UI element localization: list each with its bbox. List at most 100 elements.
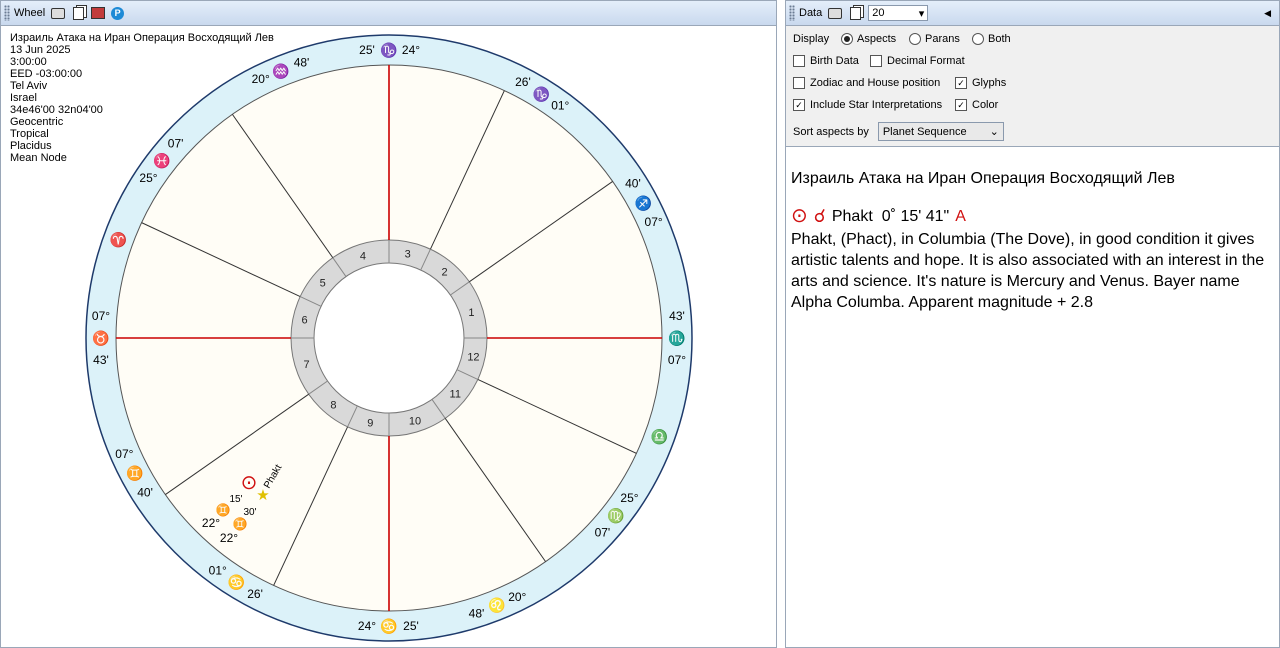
checkbox-box[interactable]: ✓ <box>793 99 805 111</box>
checkbox-label: Zodiac and House position <box>810 77 941 89</box>
cusp-sign-icon: ♌ <box>488 597 505 614</box>
save-image-icon[interactable] <box>91 7 106 20</box>
color-checkbox[interactable]: ✓ Color <box>955 99 998 111</box>
cusp-degree: 24° <box>402 43 420 57</box>
cusp-degree: 07° <box>668 353 686 367</box>
report-title: Израиль Атака на Иран Операция Восходящи… <box>791 170 1175 187</box>
cusp-degree: 07° <box>115 447 133 461</box>
sun-degree: 22° <box>202 516 220 530</box>
intercepted-sign-icon: ♎ <box>651 429 668 446</box>
cusp-degree: 48' <box>469 606 485 620</box>
radio-both[interactable]: Both <box>972 33 1011 45</box>
count-select[interactable]: 20 ▾ <box>868 5 929 21</box>
house-number: 4 <box>360 251 366 263</box>
house-number: 6 <box>301 314 307 326</box>
intercepted-sign-icon: ♈ <box>110 231 127 248</box>
star-interp-checkbox[interactable]: ✓ Include Star Interpretations <box>793 99 942 111</box>
checkbox-label: Decimal Format <box>887 55 965 67</box>
cusp-minutes: 43' <box>93 353 109 367</box>
cusp-degree: 48' <box>294 56 310 70</box>
checkbox-box[interactable]: ✓ <box>955 99 967 111</box>
cusp-minutes: 26' <box>515 75 531 89</box>
copy-icon[interactable] <box>71 6 85 20</box>
checkbox-box[interactable] <box>793 55 805 67</box>
cusp-minutes: 40' <box>625 176 641 190</box>
checkbox-box[interactable] <box>793 77 805 89</box>
radio-parans-button[interactable] <box>909 33 921 45</box>
house-number: 7 <box>303 359 309 371</box>
cusp-minutes: 43' <box>669 309 685 323</box>
collapse-left-icon[interactable]: ◀ <box>1264 8 1271 19</box>
checkbox-label: Birth Data <box>810 55 859 67</box>
radio-parans[interactable]: Parans <box>909 33 960 45</box>
grip-handle[interactable] <box>4 5 10 21</box>
house-number: 2 <box>442 267 448 279</box>
inner-circle <box>313 262 465 414</box>
checkbox-box[interactable] <box>870 55 882 67</box>
cusp-minutes: 40' <box>137 486 153 500</box>
radio-both-button[interactable] <box>972 33 984 45</box>
house-number: 11 <box>450 389 461 401</box>
house-number: 8 <box>330 399 336 411</box>
house-number: 5 <box>320 277 326 289</box>
sun-icon: ⊙ <box>241 472 258 494</box>
star-name: Phakt <box>831 207 873 225</box>
sort-select[interactable]: Planet Sequence ⌄ <box>877 122 1004 141</box>
copy-icon[interactable] <box>848 6 862 20</box>
radio-aspects-button[interactable] <box>841 33 853 45</box>
cusp-minutes: 25° <box>620 491 638 505</box>
star-degree: 22° <box>220 531 238 545</box>
radio-aspects-label: Aspects <box>857 33 897 45</box>
star-interpretation: Phakt, (Phact), in Columbia (The Dove), … <box>791 231 1265 311</box>
house-number: 3 <box>405 249 411 261</box>
data-panel: Data 20 ▾ ◀ Display Aspects Parans Both … <box>785 0 1280 648</box>
sort-value: Planet Sequence <box>882 125 967 138</box>
star-icon: ★ <box>256 487 269 504</box>
birth-data-checkbox[interactable]: Birth Data <box>793 55 859 67</box>
print-icon[interactable] <box>51 7 66 20</box>
cusp-minutes: 20° <box>252 72 270 86</box>
house-number: 1 <box>468 307 474 319</box>
grip-handle[interactable] <box>789 5 795 21</box>
orb: 0˚ 15' 41" <box>881 207 950 225</box>
cusp-degree: 07° <box>92 309 110 323</box>
cusp-sign-icon: ♊ <box>126 465 143 482</box>
cusp-sign-icon: ♉ <box>92 330 109 347</box>
count-value: 20 <box>872 7 885 19</box>
data-title: Data <box>799 7 823 19</box>
checkbox-box[interactable]: ✓ <box>955 77 967 89</box>
dropdown-arrow-icon: ▾ <box>918 7 925 20</box>
sun-sign-icon: ♊ <box>216 503 231 517</box>
cusp-sign-icon: ♑ <box>380 42 397 59</box>
aspect-line: ⊙ ☌ Phakt 0˚ 15' 41" A <box>791 203 1271 229</box>
astrology-wheel[interactable]: 123456789 10111224°♑25'01°♑26'07°♐40'07°♏… <box>1 26 777 648</box>
house-number: 10 <box>409 415 421 427</box>
checkbox-label: Glyphs <box>972 77 1007 89</box>
decimal-format-checkbox[interactable]: Decimal Format <box>870 55 965 67</box>
chevron-down-icon: ⌄ <box>989 126 999 138</box>
sort-label: Sort aspects by <box>793 125 869 138</box>
cusp-sign-icon: ♐ <box>635 195 652 212</box>
cusp-minutes: 20° <box>508 590 526 604</box>
cusp-sign-icon: ♍ <box>607 507 624 524</box>
cusp-sign-icon: ♋ <box>228 574 245 591</box>
cusp-sign-icon: ♋ <box>380 618 397 635</box>
cusp-degree: 01° <box>209 564 227 578</box>
data-titlebar: Data 20 ▾ ◀ <box>786 1 1279 26</box>
cusp-degree: 24° <box>358 619 376 633</box>
zodiac-house-checkbox[interactable]: Zodiac and House position <box>793 77 940 89</box>
sun-minutes: 15' <box>229 494 242 505</box>
radio-both-label: Both <box>988 33 1011 45</box>
p-icon[interactable]: P <box>111 6 125 20</box>
print-icon[interactable] <box>828 7 843 20</box>
cusp-degree: 07' <box>595 526 611 540</box>
cusp-minutes: 25° <box>139 171 157 185</box>
cusp-minutes: 26' <box>247 587 263 601</box>
applying-marker: A <box>955 207 966 225</box>
radio-aspects[interactable]: Aspects <box>841 33 896 45</box>
cusp-sign-icon: ♒ <box>272 63 289 80</box>
glyphs-checkbox[interactable]: ✓ Glyphs <box>955 77 1006 89</box>
cusp-sign-icon: ♑ <box>533 86 550 103</box>
wheel-titlebar: Wheel P <box>1 1 776 26</box>
cusp-degree: 07' <box>168 136 184 150</box>
